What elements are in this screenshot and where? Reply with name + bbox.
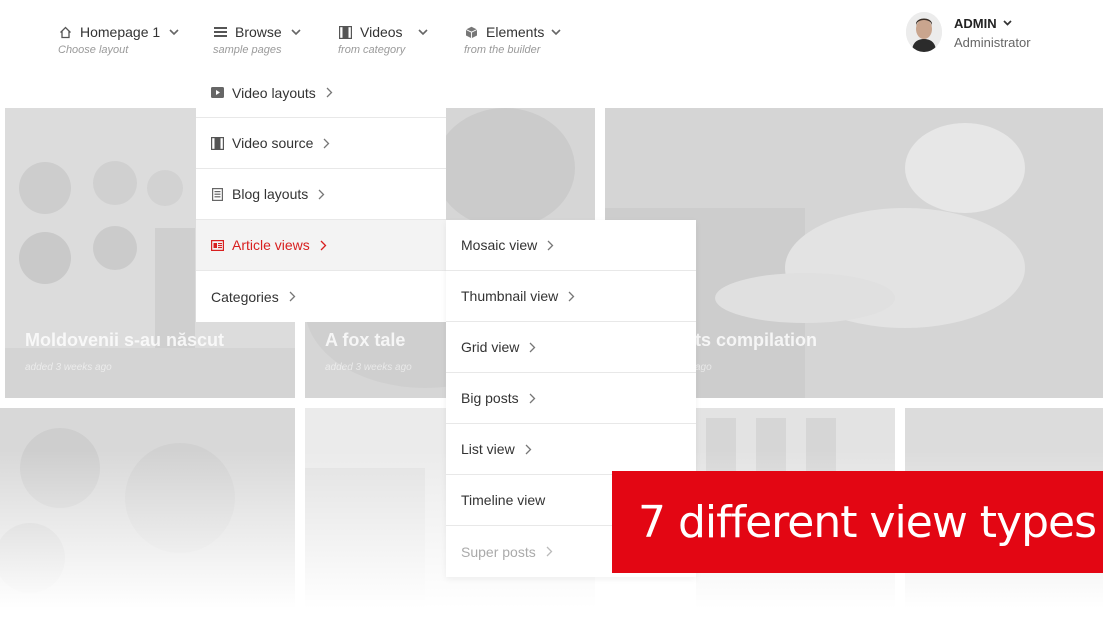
menu-item-label: Timeline view (461, 492, 546, 508)
chevron-down-icon (290, 26, 302, 38)
chevron-right-icon (318, 189, 325, 200)
nav-subtitle: sample pages (213, 44, 282, 56)
nav-subtitle: from the builder (464, 44, 541, 56)
home-icon (58, 25, 72, 39)
banner-text: 7 different view types (638, 496, 1097, 548)
post-date: added 3 weeks ago (325, 362, 412, 373)
chevron-right-icon (326, 87, 333, 98)
menu-item-label: Mosaic view (461, 237, 538, 253)
post-date: added 3 weeks ago (25, 362, 112, 373)
post-title[interactable]: ts compilation (695, 330, 817, 351)
menu-item-label: Big posts (461, 390, 519, 406)
nav-label: Browse (235, 24, 282, 40)
user-menu[interactable]: ADMIN Administrator (906, 12, 1031, 52)
menu-item-label: Video source (232, 135, 314, 151)
chevron-right-icon (323, 138, 330, 149)
menu-item-video-layouts[interactable]: Video layouts (196, 68, 446, 118)
menu-icon (213, 25, 227, 39)
nav-subtitle: from category (338, 44, 406, 56)
nav-label: Elements (486, 24, 545, 40)
article-icon (211, 239, 224, 252)
chevron-down-icon (550, 26, 562, 38)
menu-item-list-view[interactable]: List view (446, 424, 696, 475)
chevron-right-icon (529, 393, 536, 404)
chevron-right-icon (568, 291, 575, 302)
menu-item-mosaic-view[interactable]: Mosaic view (446, 220, 696, 271)
menu-item-thumbnail-view[interactable]: Thumbnail view (446, 271, 696, 322)
menu-item-label: Thumbnail view (461, 288, 559, 304)
menu-item-categories[interactable]: Categories (196, 271, 446, 322)
chevron-right-icon (289, 291, 296, 302)
menu-item-label: List view (461, 441, 515, 457)
play-icon (211, 86, 224, 99)
chevron-down-icon (1003, 20, 1012, 26)
nav-subtitle: Choose layout (58, 44, 129, 56)
chevron-right-icon (546, 546, 553, 557)
cube-icon (464, 25, 478, 39)
film-icon (211, 136, 224, 150)
menu-item-grid-view[interactable]: Grid view (446, 322, 696, 373)
menu-item-label: Blog layouts (232, 186, 309, 202)
menu-item-label: Video layouts (232, 84, 316, 101)
nav-browse[interactable]: Browse sample pages (213, 22, 302, 56)
chevron-down-icon (417, 26, 429, 38)
menu-item-blog-layouts[interactable]: Blog layouts (196, 169, 446, 220)
menu-item-label: Article views (232, 237, 310, 253)
chevron-down-icon (168, 26, 180, 38)
menu-item-label: Categories (211, 288, 279, 305)
post-tile[interactable] (0, 408, 295, 626)
menu-item-label: Super posts (461, 543, 536, 560)
nav-elements[interactable]: Elements from the builder (464, 22, 562, 56)
document-icon (211, 187, 224, 201)
chevron-right-icon (525, 444, 532, 455)
user-name: ADMIN (954, 15, 997, 31)
menu-item-big-posts[interactable]: Big posts (446, 373, 696, 424)
nav-label: Videos (360, 24, 403, 40)
menu-item-label: Grid view (461, 339, 520, 355)
film-icon (338, 25, 352, 39)
chevron-right-icon (529, 342, 536, 353)
menu-item-article-views[interactable]: Article views (196, 220, 446, 271)
user-role: Administrator (954, 35, 1031, 50)
menu-item-video-source[interactable]: Video source (196, 118, 446, 169)
post-date: ago (695, 362, 712, 373)
browse-dropdown: Video layouts Video source Blog layouts … (196, 68, 446, 322)
chevron-right-icon (547, 240, 554, 251)
post-title[interactable]: A fox tale (325, 330, 405, 351)
avatar[interactable] (906, 12, 942, 52)
nav-videos[interactable]: Videos from category (338, 22, 429, 56)
nav-homepage[interactable]: Homepage 1 Choose layout (58, 22, 180, 56)
foliage-image (0, 408, 295, 626)
promo-banner: 7 different view types (612, 471, 1103, 573)
nav-label: Homepage 1 (80, 24, 161, 40)
post-title[interactable]: Moldovenii s-au născut (25, 330, 224, 351)
top-navigation: Homepage 1 Choose layout Browse sample p… (0, 0, 1103, 108)
chevron-right-icon (320, 240, 327, 251)
